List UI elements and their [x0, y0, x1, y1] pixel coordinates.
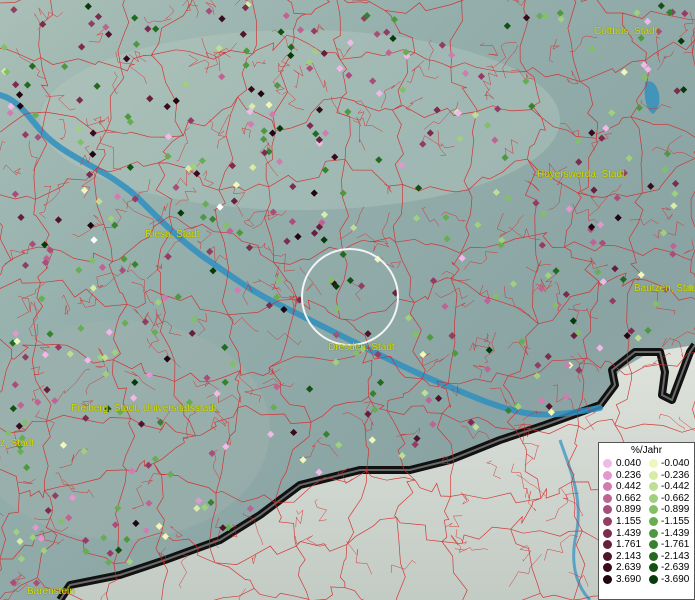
legend-swatch-negative	[649, 563, 658, 573]
legend-swatch-positive	[603, 493, 612, 503]
legend-row: 0.442 -0.442	[599, 481, 694, 493]
legend-swatch-positive	[603, 482, 612, 492]
legend-swatch-negative	[649, 505, 658, 515]
city-label: Cottbus, Stadt	[594, 26, 658, 37]
legend-value-positive: 1.155	[616, 515, 642, 527]
legend-value-negative: -1.439	[661, 527, 690, 539]
city-label: Bautzen, Stadt	[634, 283, 695, 294]
legend-value-positive: 0.236	[616, 469, 642, 481]
legend-value-positive: 0.040	[616, 458, 642, 469]
city-label: z, Stadt	[0, 438, 34, 449]
legend-value-positive: 0.442	[616, 481, 642, 493]
legend-value-negative: -2.639	[661, 562, 690, 574]
legend-value-negative: -0.040	[661, 458, 690, 469]
legend-value-positive: 1.761	[616, 539, 642, 551]
legend-value-positive: 3.690	[616, 573, 642, 585]
legend-swatch-positive	[603, 551, 612, 561]
legend-value-positive: 0.662	[616, 492, 642, 504]
map-canvas[interactable]	[0, 0, 695, 600]
legend-value-negative: -2.143	[661, 550, 690, 562]
legend-value-negative: -1.761	[661, 539, 690, 551]
legend-row: 3.690 -3.690	[599, 574, 694, 586]
city-label: Dresden, Stadt	[328, 342, 395, 353]
legend-row: 0.236 -0.236	[599, 470, 694, 482]
legend-swatch-negative	[649, 574, 658, 584]
legend-value-positive: 2.143	[616, 550, 642, 562]
legend-swatch-positive	[603, 459, 612, 468]
legend-swatch-positive	[603, 528, 612, 538]
legend-row: 1.155 -1.155	[599, 516, 694, 528]
legend-swatch-negative	[649, 482, 658, 492]
city-label: Bärenstein	[27, 586, 75, 597]
legend-title: %/Jahr	[630, 445, 663, 456]
legend-swatch-positive	[603, 563, 612, 573]
legend-value-negative: -1.155	[661, 515, 690, 527]
legend-swatch-positive	[603, 505, 612, 515]
legend-swatch-negative	[649, 516, 658, 526]
legend-value-negative: -3.690	[661, 573, 690, 585]
legend-swatch-negative	[649, 459, 658, 468]
legend-swatch-negative	[649, 493, 658, 503]
legend-swatch-negative	[649, 551, 658, 561]
legend-row: 1.439 -1.439	[599, 528, 694, 540]
legend-value-negative: -0.899	[661, 504, 690, 516]
legend-value-negative: -0.662	[661, 492, 690, 504]
legend-value-positive: 2.639	[616, 562, 642, 574]
legend-value-negative: -0.236	[661, 469, 690, 481]
legend-value-positive: 0.899	[616, 504, 642, 516]
legend-swatch-positive	[603, 516, 612, 526]
city-label: Hoyerswerda, Stadt	[537, 169, 625, 180]
legend-row: 2.639 -2.639	[599, 562, 694, 574]
legend-value-negative: -0.442	[661, 481, 690, 493]
legend: %/Jahr 0.040 -0.040 0.236 -0.236 0.442 -0.442…	[598, 442, 695, 600]
legend-swatch-negative	[649, 470, 658, 480]
legend-row: 2.143 -2.143	[599, 551, 694, 563]
legend-swatch-positive	[603, 540, 612, 550]
legend-swatch-positive	[603, 470, 612, 480]
city-label: Freiberg, Stadt, Universitätsstadt	[71, 403, 217, 414]
legend-row: 1.761 -1.761	[599, 539, 694, 551]
legend-swatch-negative	[649, 528, 658, 538]
legend-row: 0.040 -0.040	[599, 458, 694, 470]
legend-row: 0.662 -0.662	[599, 493, 694, 505]
legend-swatch-positive	[603, 574, 612, 584]
legend-value-positive: 1.439	[616, 527, 642, 539]
legend-swatch-negative	[649, 540, 658, 550]
city-label: Riesa, Stadt	[145, 229, 200, 240]
legend-row: 0.899 -0.899	[599, 504, 694, 516]
